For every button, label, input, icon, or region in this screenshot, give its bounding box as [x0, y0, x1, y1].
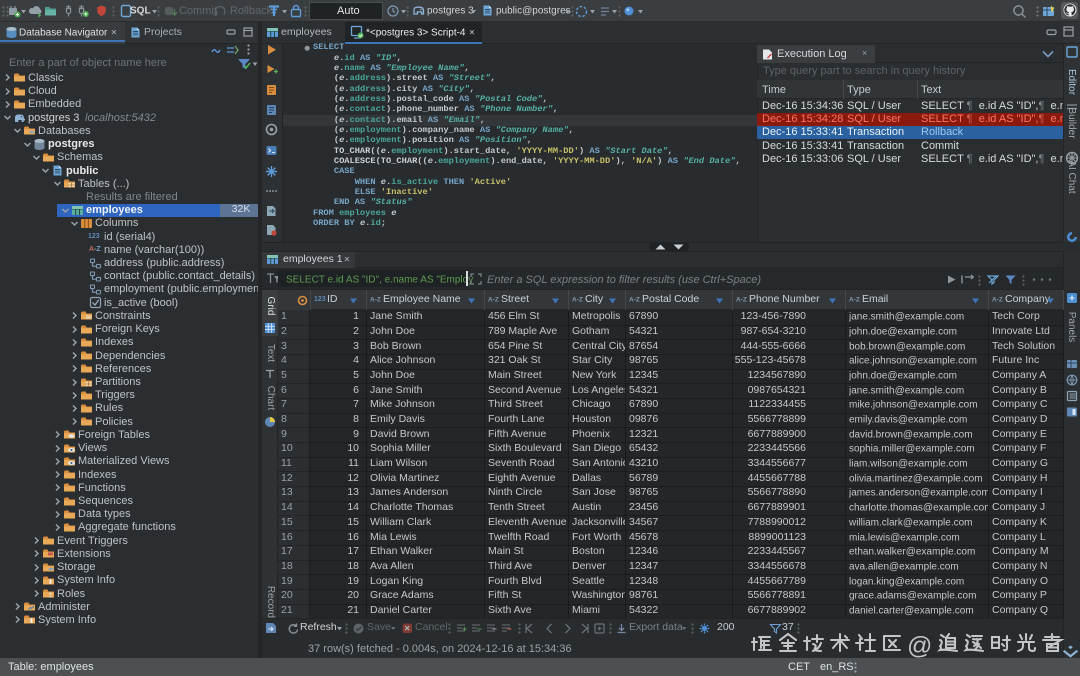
- svg-text:@: @: [907, 632, 932, 660]
